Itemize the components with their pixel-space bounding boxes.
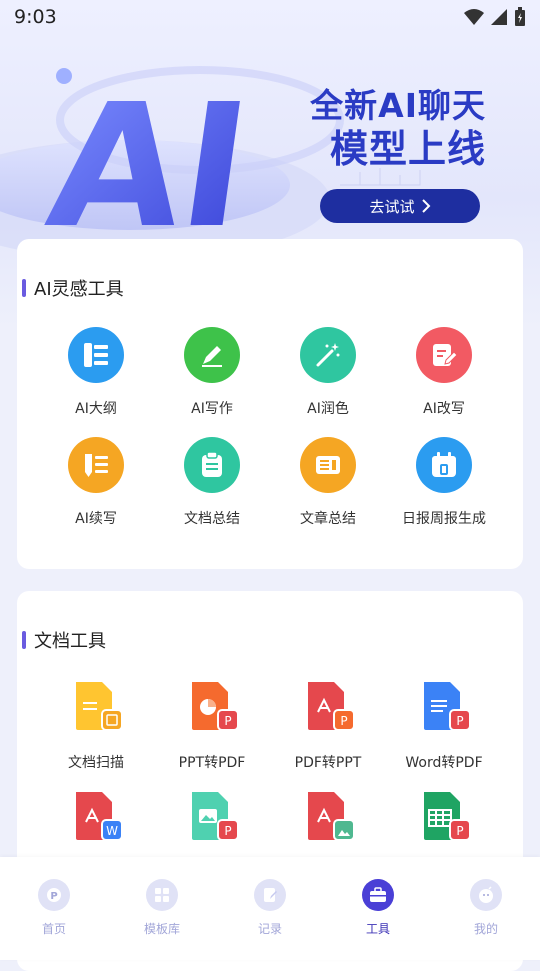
magic-wand-icon [300, 327, 356, 383]
svg-text:P: P [456, 714, 463, 728]
banner-title-line2: 模型上线 [329, 127, 486, 172]
bottom-nav: P 首页 模板库 记录 工具 我的 [0, 857, 540, 960]
report-gen-tool[interactable]: 日报周报生成 [386, 437, 502, 528]
doc-tools-heading: 文档工具 [22, 627, 106, 653]
ai-polish-label: AI润色 [307, 401, 349, 417]
nav-home[interactable]: P 首页 [0, 857, 108, 960]
image-to-pdf-tool[interactable]: P [154, 790, 270, 848]
doc-summary-label: 文档总结 [184, 511, 240, 527]
svg-text:P: P [50, 891, 57, 902]
svg-text:P: P [224, 714, 231, 728]
doc-scan-label: 文档扫描 [68, 755, 124, 771]
wifi-icon [464, 9, 484, 25]
home-icon: P [38, 879, 70, 911]
excel-to-pdf-icon: P [424, 792, 471, 841]
svg-text:P: P [340, 714, 347, 728]
pdf-to-ppt-label: PDF转PPT [294, 755, 362, 771]
image-to-pdf-icon: P [192, 792, 239, 841]
pdf-to-ppt-tool[interactable]: P PDF转PPT [270, 680, 386, 772]
banner-hero-text: AI [38, 68, 261, 266]
ai-continue-label: AI续写 [75, 511, 117, 527]
pdf-to-word-icon: W [76, 792, 123, 841]
doc-tools-title: 文档工具 [34, 631, 106, 652]
word-to-pdf-tool[interactable]: P Word转PDF [386, 680, 502, 772]
ppt-to-pdf-icon: P [192, 682, 239, 731]
svg-text:W: W [106, 824, 118, 838]
nav-tools-label: 工具 [365, 922, 390, 936]
template-icon [146, 879, 178, 911]
nav-records[interactable]: 记录 [216, 857, 324, 960]
try-now-label: 去试试 [369, 198, 415, 216]
edit-doc-icon [416, 327, 472, 383]
doc-scan-tool[interactable]: 文档扫描 [38, 680, 154, 772]
article-icon [300, 437, 356, 493]
ai-rewrite-label: AI改写 [423, 401, 465, 417]
ppt-to-pdf-label: PPT转PDF [178, 755, 246, 771]
clipboard-icon [184, 437, 240, 493]
nav-profile-label: 我的 [473, 922, 498, 936]
signal-icon [491, 9, 507, 25]
article-summary-label: 文章总结 [300, 511, 356, 527]
pdf-to-ppt-icon: P [308, 682, 355, 731]
pen-icon [184, 327, 240, 383]
nav-templates-label: 模板库 [143, 922, 180, 936]
word-to-pdf-label: Word转PDF [405, 755, 483, 771]
status-bar: 9:03 [0, 0, 540, 34]
report-gen-label: 日报周报生成 [402, 511, 486, 527]
svg-text:P: P [224, 824, 231, 838]
excel-to-pdf-tool[interactable]: P [386, 790, 502, 848]
scan-doc-icon [76, 682, 123, 731]
status-time: 9:03 [14, 6, 57, 28]
chevron-right-icon [421, 199, 430, 213]
ai-polish-tool[interactable]: AI润色 [270, 327, 386, 418]
ai-outline-tool[interactable]: AI大纲 [38, 327, 154, 418]
toolbox-icon [362, 879, 394, 911]
pdf-to-image-icon [308, 792, 355, 841]
battery-icon [515, 7, 525, 26]
ai-tools-heading: AI灵感工具 [22, 275, 124, 301]
ai-continue-tool[interactable]: AI续写 [38, 437, 154, 528]
banner-title-line1: 全新AI聊天 [310, 86, 486, 125]
profile-icon [470, 879, 502, 911]
status-icons [464, 7, 526, 27]
ai-tools-title: AI灵感工具 [34, 279, 124, 300]
heading-accent [22, 279, 26, 297]
svg-text:P: P [456, 824, 463, 838]
nav-profile[interactable]: 我的 [432, 857, 540, 960]
outline-icon [68, 327, 124, 383]
pdf-to-image-tool[interactable] [270, 790, 386, 848]
nav-home-label: 首页 [41, 922, 66, 936]
ai-write-label: AI写作 [191, 401, 233, 417]
continue-write-icon [68, 437, 124, 493]
record-icon [254, 879, 286, 911]
ai-write-tool[interactable]: AI写作 [154, 327, 270, 418]
word-to-pdf-icon: P [424, 682, 471, 731]
try-now-button[interactable]: 去试试 [320, 189, 480, 223]
doc-summary-tool[interactable]: 文档总结 [154, 437, 270, 528]
article-summary-tool[interactable]: 文章总结 [270, 437, 386, 528]
ppt-to-pdf-tool[interactable]: P PPT转PDF [154, 680, 270, 772]
pdf-to-word-tool[interactable]: W [38, 790, 154, 848]
ai-outline-label: AI大纲 [75, 401, 117, 417]
nav-templates[interactable]: 模板库 [108, 857, 216, 960]
banner-title: 全新AI聊天 模型上线 [310, 85, 486, 174]
nav-records-label: 记录 [257, 922, 282, 936]
nav-tools[interactable]: 工具 [324, 857, 432, 960]
ai-rewrite-tool[interactable]: AI改写 [386, 327, 502, 418]
heading-accent [22, 631, 26, 649]
calendar-icon [416, 437, 472, 493]
